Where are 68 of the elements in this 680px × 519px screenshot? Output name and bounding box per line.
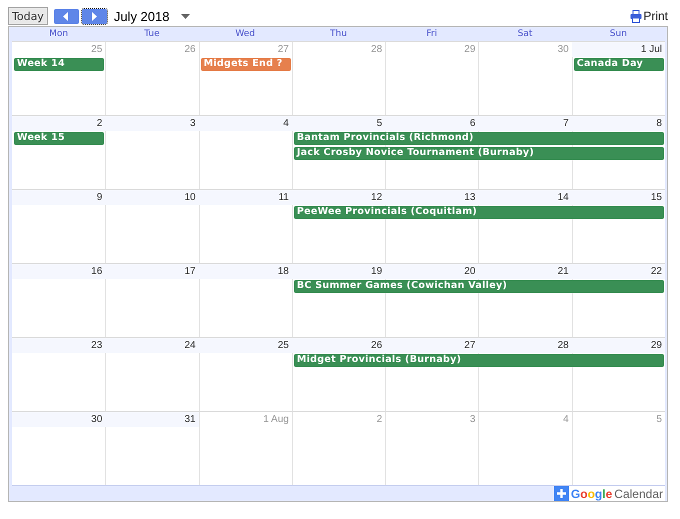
day-number: 30: [556, 43, 570, 57]
day-number: 7: [478, 116, 572, 131]
day-number: 29: [463, 43, 476, 57]
weekday-header: Mon: [48, 28, 70, 41]
day-number: 20: [385, 264, 478, 279]
day-number: 19: [292, 264, 386, 279]
day-number: 16: [12, 264, 106, 279]
previous-button[interactable]: [54, 8, 79, 24]
weekday-header: Sat: [516, 28, 534, 41]
day-number: 23: [12, 338, 106, 353]
day-number: 3: [468, 413, 476, 427]
day-number: 31: [105, 412, 199, 427]
day-number: 3: [105, 116, 199, 131]
event-bar[interactable]: Week 14: [14, 58, 104, 71]
weekday-header: Thu: [329, 28, 348, 41]
print-button[interactable]: Print: [630, 9, 668, 23]
weekday-header: Tue: [143, 28, 161, 41]
day-number: 4: [198, 116, 292, 131]
day-number: 22: [572, 264, 665, 279]
add-to-calendar-button[interactable]: Google Calendar: [554, 486, 665, 501]
day-number: 25: [198, 338, 292, 353]
day-number: 28: [370, 43, 384, 57]
today-button[interactable]: Today: [8, 7, 48, 25]
weekday-header: Sun: [608, 28, 628, 41]
day-number: 1 Aug: [262, 413, 290, 427]
day-number: 27: [385, 338, 478, 353]
day-number: 29: [572, 338, 665, 353]
event-bar[interactable]: Canada Day: [574, 58, 664, 71]
next-button[interactable]: [82, 8, 107, 24]
day-number: 26: [183, 43, 197, 57]
day-number: 14: [478, 190, 572, 205]
day-number: 10: [105, 190, 199, 205]
weekday-header: Wed: [234, 28, 256, 41]
event-bar[interactable]: Midgets End ?: [200, 58, 291, 71]
event-bar[interactable]: Jack Crosby Novice Tournament (Burnaby): [294, 147, 664, 160]
day-number: 27: [276, 43, 290, 57]
day-number: 25: [90, 43, 104, 57]
month-title: July 2018: [114, 8, 170, 24]
event-bar[interactable]: BC Summer Games (Cowichan Valley): [294, 280, 664, 293]
day-number: 24: [105, 338, 199, 353]
day-number: 30: [12, 412, 106, 427]
event-bar[interactable]: Week 15: [14, 132, 104, 145]
day-number: 28: [478, 338, 572, 353]
day-number: 5: [655, 413, 663, 427]
day-number: 18: [198, 264, 292, 279]
printer-icon: [630, 10, 642, 22]
event-bar[interactable]: Bantam Provincials (Richmond): [294, 132, 664, 145]
day-number: 2: [12, 116, 106, 131]
day-number: 26: [292, 338, 386, 353]
day-number: 11: [198, 190, 292, 205]
day-number: 17: [105, 264, 199, 279]
day-number: 13: [385, 190, 478, 205]
right-arrow-icon: [90, 12, 98, 20]
day-number: 2: [376, 413, 384, 427]
dropdown-caret-icon[interactable]: [181, 14, 190, 18]
day-number: 1 Jul: [572, 42, 665, 57]
event-bar[interactable]: PeeWee Provincials (Coquitlam): [294, 206, 664, 219]
weekday-header: Fri: [425, 28, 438, 41]
day-number: 21: [478, 264, 572, 279]
day-number: 4: [562, 413, 570, 427]
day-number: 5: [292, 116, 386, 131]
day-number: 8: [572, 116, 665, 131]
day-number: 6: [385, 116, 478, 131]
left-arrow-icon: [62, 12, 70, 20]
day-number: 12: [292, 190, 386, 205]
event-bar[interactable]: Midget Provincials (Burnaby): [294, 354, 664, 367]
day-number: 15: [572, 190, 665, 205]
day-number: 9: [12, 190, 106, 205]
